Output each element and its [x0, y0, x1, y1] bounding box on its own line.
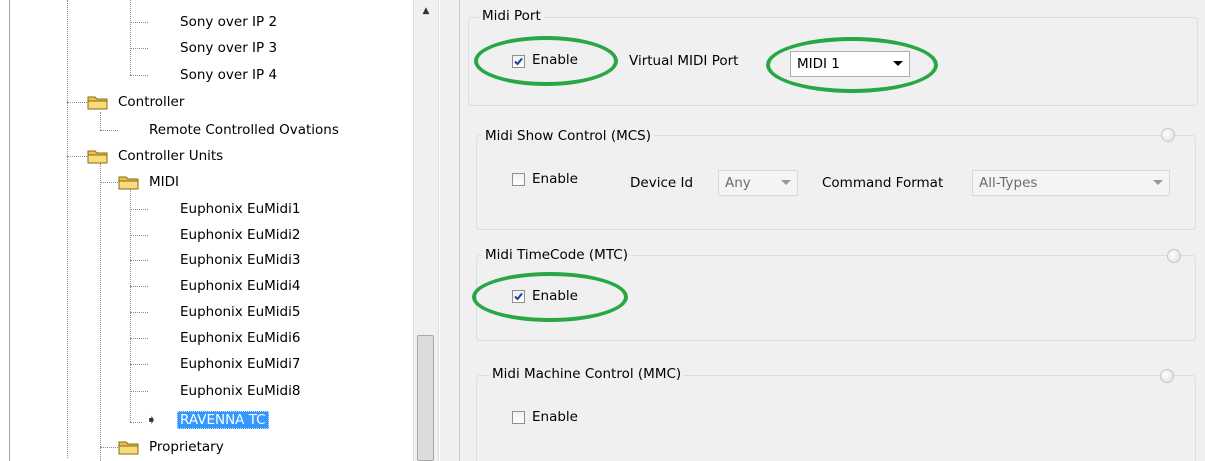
tree-line	[67, 0, 68, 458]
mmc-radio[interactable]	[1160, 369, 1174, 383]
tree-line	[130, 422, 142, 423]
folder-icon	[87, 150, 108, 164]
tree-item[interactable]: Euphonix EuMidi2	[178, 225, 302, 245]
tree-item[interactable]: Euphonix EuMidi7	[178, 354, 302, 374]
mcs-title: Midi Show Control (MCS)	[482, 128, 654, 144]
arrow-right-icon: ➧	[146, 413, 157, 428]
tree-item[interactable]: Remote Controlled Ovations	[147, 120, 341, 140]
tree-line	[130, 48, 148, 49]
mmc-enable-label: Enable	[532, 409, 578, 425]
tree-item-controller[interactable]: Controller	[116, 92, 186, 112]
highlight-oval	[472, 272, 628, 322]
tree-item[interactable]: Euphonix EuMidi3	[178, 250, 302, 270]
tree-item-controller-units[interactable]: Controller Units	[116, 146, 225, 166]
tree-line	[100, 182, 118, 183]
scroll-up-arrow-icon[interactable]: ▲	[414, 0, 438, 20]
command-format-select[interactable]: All-Types	[972, 170, 1170, 196]
virtual-midi-port-label: Virtual MIDI Port	[629, 53, 739, 69]
tree-line	[100, 447, 118, 448]
tree-item[interactable]: Euphonix EuMidi8	[178, 381, 302, 401]
tree-item[interactable]: Sony over IP 4	[178, 65, 279, 85]
tree-item[interactable]: Euphonix EuMidi1	[178, 199, 302, 219]
mmc-group	[476, 375, 1196, 461]
device-id-value: Any	[725, 175, 751, 191]
tree-line	[130, 312, 148, 313]
tree-line	[130, 364, 148, 365]
mcs-radio[interactable]	[1161, 128, 1175, 142]
tree-item[interactable]: Euphonix EuMidi5	[178, 302, 302, 322]
device-id-label: Device Id	[630, 175, 694, 191]
highlight-oval	[766, 37, 938, 93]
mcs-enable-label: Enable	[532, 171, 578, 187]
tree-line	[67, 102, 87, 103]
tree-line	[130, 260, 148, 261]
tree-line	[100, 112, 101, 130]
chevron-down-icon	[1153, 180, 1163, 185]
command-format-value: All-Types	[979, 175, 1038, 191]
device-id-select[interactable]: Any	[718, 170, 798, 196]
tree-line	[130, 286, 148, 287]
tree-line	[130, 235, 148, 236]
folder-icon	[118, 441, 139, 455]
scrollbar-thumb[interactable]	[417, 335, 434, 461]
tree-item[interactable]: Sony over IP 3	[178, 38, 279, 58]
tree-line	[100, 163, 101, 461]
tree-line	[130, 188, 131, 422]
tree-line	[130, 391, 148, 392]
vertical-scrollbar[interactable]: ▲	[413, 0, 439, 461]
folder-icon	[118, 176, 139, 190]
tree-line	[130, 209, 148, 210]
tree-line	[130, 0, 131, 75]
tree-line	[67, 156, 87, 157]
tree-line	[100, 130, 118, 131]
tree-line	[130, 22, 148, 23]
mmc-title: Midi Machine Control (MMC)	[489, 366, 685, 382]
tree-item-selected[interactable]: RAVENNA TC	[177, 410, 269, 430]
tree-view[interactable]: ➧ Sony over IP 2 Sony over IP 3 Sony ove…	[0, 0, 412, 461]
tree-item-midi[interactable]: MIDI	[147, 172, 181, 192]
panel-separator	[459, 0, 460, 461]
tree-line	[130, 338, 148, 339]
mtc-radio[interactable]	[1167, 249, 1181, 263]
chevron-down-icon	[781, 180, 791, 185]
tree-item[interactable]: Euphonix EuMidi4	[178, 276, 302, 296]
tree-line	[130, 75, 148, 76]
mcs-enable-checkbox[interactable]	[512, 173, 525, 186]
tree-item[interactable]: Sony over IP 2	[178, 12, 279, 32]
highlight-oval	[474, 36, 618, 86]
midi-port-title: Midi Port	[479, 8, 544, 24]
mtc-title: Midi TimeCode (MTC)	[482, 247, 631, 263]
tree-item[interactable]: Euphonix EuMidi6	[178, 328, 302, 348]
folder-icon	[87, 96, 108, 110]
mmc-enable-checkbox[interactable]	[512, 411, 525, 424]
command-format-label: Command Format	[822, 175, 944, 191]
tree-border	[9, 0, 10, 461]
tree-item-proprietary[interactable]: Proprietary	[147, 437, 226, 457]
